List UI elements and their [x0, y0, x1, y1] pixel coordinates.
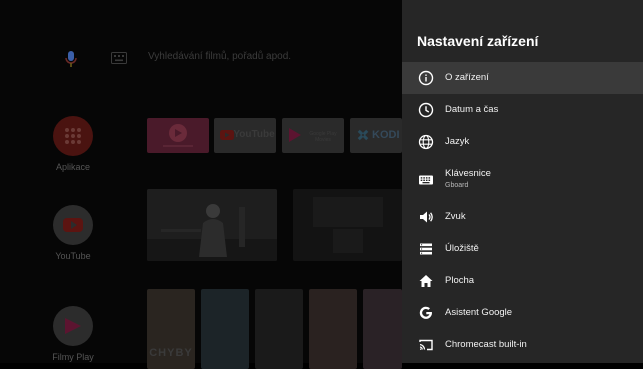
- home-icon: [419, 275, 433, 287]
- movie-poster-title: CHYBY: [149, 347, 193, 359]
- settings-menu: O zařízení Datum a čas Jazyk Klávesnice …: [402, 62, 643, 361]
- settings-item-language[interactable]: Jazyk: [402, 126, 643, 158]
- search-placeholder[interactable]: Vyhledávání filmů, pořadů apod.: [148, 51, 291, 62]
- keyboard-search-icon[interactable]: [111, 52, 127, 64]
- storage-icon: [420, 243, 432, 255]
- movie-poster[interactable]: CHYBY: [147, 289, 195, 369]
- play-movies-app[interactable]: Filmy Play: [33, 306, 113, 362]
- settings-item-label: Plocha: [445, 275, 475, 286]
- settings-item-label: Datum a čas: [445, 104, 499, 115]
- settings-item-google-assistant[interactable]: Asistent Google: [402, 297, 643, 329]
- youtube-icon: [53, 205, 93, 245]
- apps-grid-icon: [53, 116, 93, 156]
- panel-title: Nastavení zařízení: [417, 33, 539, 49]
- microphone-icon[interactable]: [63, 50, 79, 68]
- play-movies-icon: [53, 306, 93, 346]
- youtube-app-label: YouTube: [55, 251, 91, 261]
- settings-item-sound[interactable]: Zvuk: [402, 201, 643, 233]
- device-settings-panel: Nastavení zařízení O zařízení Datum a ča…: [402, 0, 643, 363]
- settings-item-date-time[interactable]: Datum a čas: [402, 94, 643, 126]
- movie-poster[interactable]: [201, 289, 249, 369]
- settings-item-about[interactable]: O zařízení: [402, 62, 643, 94]
- settings-item-label: Asistent Google: [445, 307, 513, 318]
- channel-card-live[interactable]: [147, 118, 209, 153]
- apps-launcher-label: Aplikace: [55, 162, 91, 172]
- youtube-app[interactable]: YouTube: [33, 205, 113, 261]
- globe-icon: [418, 134, 434, 150]
- movie-poster[interactable]: [363, 289, 402, 369]
- channel-card-play-movies[interactable]: Google Play Movies: [282, 118, 344, 153]
- settings-item-sublabel: Gboard: [445, 182, 469, 189]
- youtube-channel-label: YouTube: [233, 129, 275, 140]
- settings-item-label: Chromecast built-in: [445, 339, 527, 350]
- movie-poster[interactable]: [309, 289, 357, 369]
- settings-item-label: Jazyk: [445, 136, 470, 147]
- settings-item-chromecast[interactable]: Chromecast built-in: [402, 329, 643, 361]
- movie-poster[interactable]: [255, 289, 303, 369]
- channel-card-kodi[interactable]: KODI: [350, 118, 402, 153]
- play-movies-app-label: Filmy Play: [52, 352, 94, 362]
- concert-scene-image: [147, 189, 277, 261]
- google-icon: [419, 306, 432, 319]
- settings-item-label: Úložiště: [445, 243, 479, 254]
- info-icon: [418, 70, 434, 86]
- featured-video-thumbnail[interactable]: [147, 189, 277, 261]
- kodi-channel-label: KODI: [372, 129, 400, 141]
- cast-icon: [419, 339, 433, 351]
- dark-scene-image: [293, 189, 402, 261]
- keyboard-icon: [419, 175, 433, 184]
- speaker-icon: [420, 211, 433, 223]
- settings-item-label: Zvuk: [445, 211, 466, 222]
- apps-launcher[interactable]: Aplikace: [33, 116, 113, 172]
- settings-item-label: Klávesnice: [445, 168, 491, 179]
- settings-item-storage[interactable]: Úložiště: [402, 233, 643, 265]
- settings-item-label: O zařízení: [445, 72, 489, 83]
- clock-icon: [418, 102, 434, 118]
- settings-item-home-screen[interactable]: Plocha: [402, 265, 643, 297]
- channel-card-youtube[interactable]: YouTube: [214, 118, 276, 153]
- featured-video-thumbnail-2[interactable]: [293, 189, 402, 261]
- settings-item-keyboard[interactable]: Klávesnice Gboard: [402, 158, 643, 201]
- play-channel-icon: [163, 124, 193, 147]
- play-movies-channel-label: Google Play Movies: [309, 131, 337, 143]
